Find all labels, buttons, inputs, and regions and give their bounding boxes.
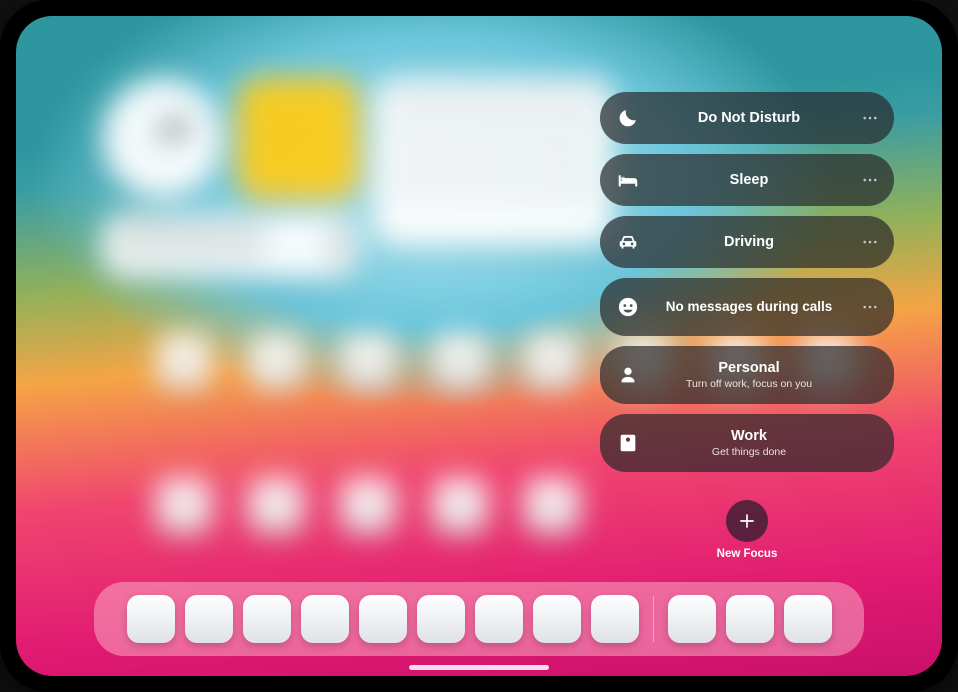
- focus-item-no-messages[interactable]: No messages during calls: [600, 278, 894, 336]
- focus-item-work[interactable]: Work Get things done: [600, 414, 894, 472]
- dock-app-icon: [417, 595, 465, 643]
- app-icon: [432, 478, 488, 534]
- person-icon: [616, 363, 640, 387]
- moon-icon: [616, 106, 640, 130]
- screen: Do Not Disturb Sleep: [16, 16, 942, 676]
- dock-app-icon: [475, 595, 523, 643]
- focus-item-label: Sleep: [640, 172, 858, 189]
- focus-item-personal[interactable]: Personal Turn off work, focus on you: [600, 346, 894, 404]
- focus-item-dnd[interactable]: Do Not Disturb: [600, 92, 894, 144]
- app-icon: [432, 334, 488, 390]
- new-focus: New Focus: [600, 500, 894, 560]
- dock-app-icon: [185, 595, 233, 643]
- app-icon: [248, 478, 304, 534]
- dock-app-icon: [726, 595, 774, 643]
- focus-menu: Do Not Disturb Sleep: [600, 92, 894, 560]
- dock-app-icon: [127, 595, 175, 643]
- more-icon[interactable]: [858, 295, 882, 319]
- new-focus-button[interactable]: [726, 500, 768, 542]
- focus-item-label: No messages during calls: [640, 299, 858, 315]
- ipad-frame: Do Not Disturb Sleep: [0, 0, 958, 692]
- dock-app-icon: [533, 595, 581, 643]
- car-icon: [616, 230, 640, 254]
- more-icon[interactable]: [858, 106, 882, 130]
- dock-app-icon: [301, 595, 349, 643]
- focus-item-sleep[interactable]: Sleep: [600, 154, 894, 206]
- focus-item-label: Work Get things done: [640, 428, 858, 458]
- notes-widget: [238, 78, 358, 198]
- app-icon: [524, 334, 580, 390]
- clock-widget: [102, 78, 222, 198]
- app-icon: [156, 478, 212, 534]
- dock-app-icon: [359, 595, 407, 643]
- reminders-widget: [102, 214, 358, 278]
- badge-icon: [616, 431, 640, 455]
- app-icon: [340, 478, 396, 534]
- focus-item-driving[interactable]: Driving: [600, 216, 894, 268]
- more-icon[interactable]: [858, 230, 882, 254]
- smiley-icon: [616, 295, 640, 319]
- dock-app-icon: [784, 595, 832, 643]
- more-icon[interactable]: [858, 168, 882, 192]
- plus-icon: [737, 511, 757, 531]
- dock-divider: [653, 596, 654, 642]
- app-icon: [340, 334, 396, 390]
- new-focus-label: New Focus: [717, 548, 778, 560]
- focus-item-label: Do Not Disturb: [640, 110, 858, 127]
- dock-app-icon: [668, 595, 716, 643]
- focus-item-label: Driving: [640, 234, 858, 251]
- dock-app-icon: [243, 595, 291, 643]
- list-widget: [374, 78, 614, 246]
- dock: [94, 582, 864, 656]
- bed-icon: [616, 168, 640, 192]
- app-icon: [248, 334, 304, 390]
- dock-app-icon: [591, 595, 639, 643]
- app-icon: [156, 334, 212, 390]
- focus-item-label: Personal Turn off work, focus on you: [640, 360, 858, 390]
- home-indicator[interactable]: [409, 665, 549, 670]
- app-icon: [524, 478, 580, 534]
